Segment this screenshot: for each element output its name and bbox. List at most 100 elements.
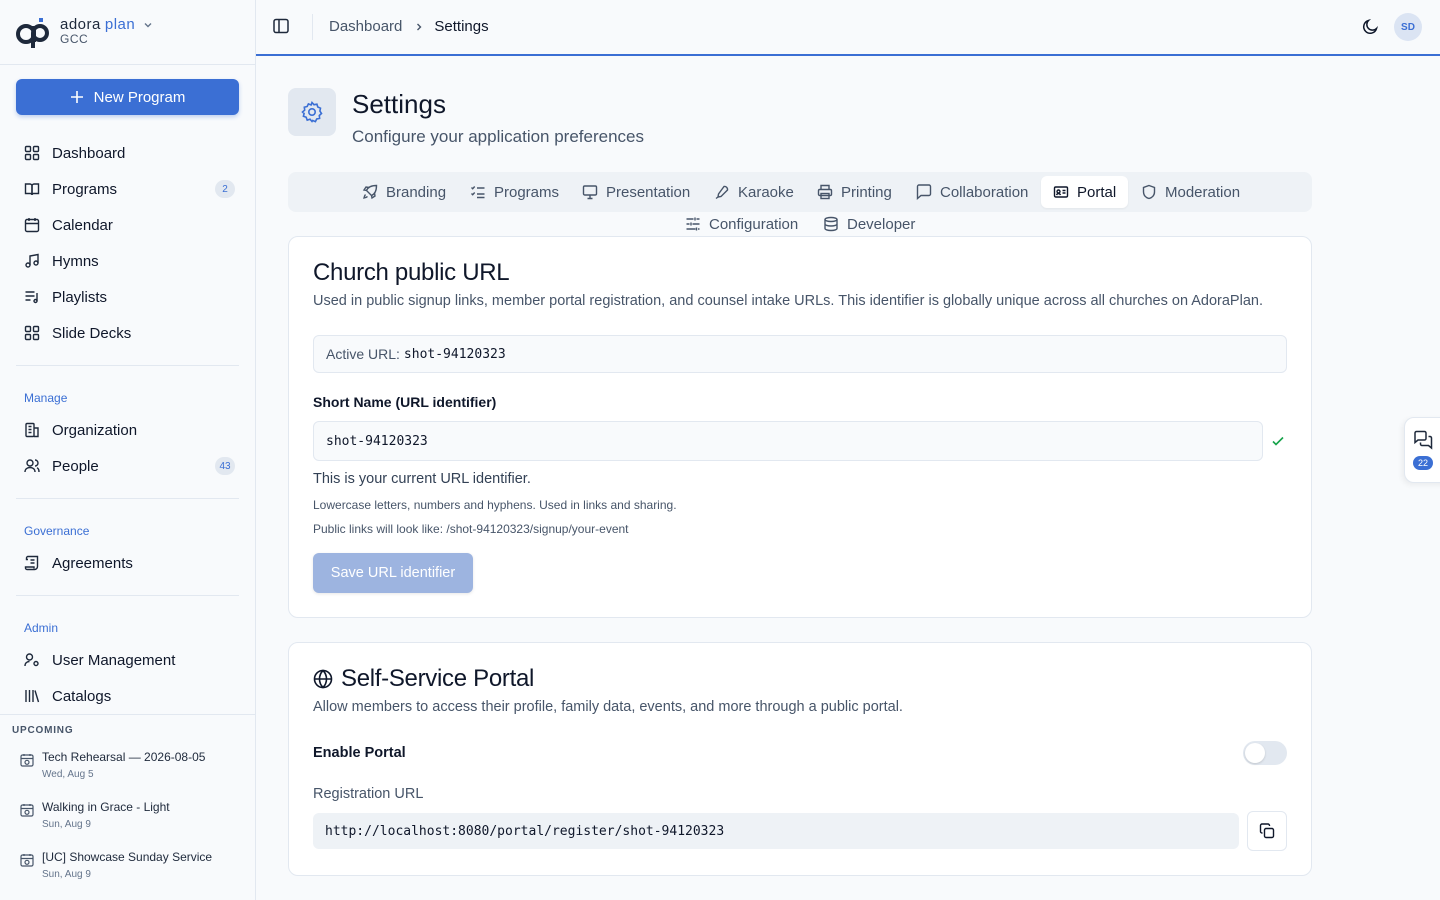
sidebar-item-label: Playlists (52, 288, 108, 306)
sidebar-item-user-management[interactable]: User Management (16, 642, 239, 678)
sidebar-item-label: Organization (52, 421, 138, 439)
layout-grid-icon (24, 145, 40, 161)
card-title-row: Self-Service Portal (313, 665, 534, 693)
sidebar-item-calendar[interactable]: Calendar (16, 207, 239, 243)
help-rules: Lowercase letters, numbers and hyphens. … (313, 498, 677, 512)
sidebar-item-hymns[interactable]: Hymns (16, 243, 239, 279)
tab-karaoke[interactable]: Karaoke (702, 176, 806, 208)
sidebar-item-catalogs[interactable]: Catalogs (16, 678, 239, 714)
tab-programs[interactable]: Programs (458, 176, 571, 208)
list-music-icon (25, 291, 38, 304)
tab-printing[interactable]: Printing (805, 176, 904, 208)
new-program-label: New Program (93, 88, 186, 106)
calendar-clock-icon (20, 804, 34, 817)
tab-presentation[interactable]: Presentation (570, 176, 702, 208)
card-description: Used in public signup links, member port… (313, 293, 1263, 309)
card-description: Allow members to access their profile, f… (313, 699, 903, 715)
upcoming-title: [UC] Showcase Sunday Service (42, 850, 213, 864)
user-cog-icon (24, 653, 39, 667)
tab-branding[interactable]: Branding (350, 176, 458, 208)
breadcrumb: Dashboard Settings (329, 18, 489, 35)
upcoming-date: Sun, Aug 9 (42, 819, 91, 830)
sidebar-item-agreements[interactable]: Agreements (16, 545, 239, 581)
tab-portal[interactable]: Portal (1041, 176, 1129, 208)
sidebar-item-people[interactable]: People 43 (16, 448, 239, 484)
sidebar-item-organization[interactable]: Organization (16, 412, 239, 448)
sidebar-item-label: People (52, 457, 99, 475)
brand-name-accent: plan (104, 16, 136, 33)
avatar[interactable]: SD (1394, 13, 1422, 41)
page-subtitle: Configure your application preferences (352, 127, 645, 146)
users-icon (24, 459, 40, 473)
sidebar-divider (16, 498, 239, 499)
adoraplan-logo (16, 18, 49, 48)
breadcrumb-current: Settings (434, 18, 489, 35)
upcoming-label: UPCOMING (12, 725, 74, 736)
copy-icon (1259, 823, 1275, 839)
tab-label: Printing (841, 183, 892, 201)
sidebar-item-label: Hymns (52, 252, 99, 270)
registration-url-label: Registration URL (313, 786, 424, 802)
sidebar-item-label: Dashboard (52, 144, 126, 162)
upcoming-item[interactable]: [UC] Showcase Sunday Service Sun, Aug 9 (20, 850, 212, 880)
active-url-value: shot-94120323 (403, 346, 506, 362)
main-content: Settings Configure your application pref… (256, 57, 1440, 900)
card-title: Church public URL (313, 259, 510, 286)
settings-icon (288, 88, 336, 136)
shield-icon (1142, 184, 1156, 200)
sidebar-item-label: Programs (52, 180, 118, 198)
new-program-button[interactable]: New Program (16, 79, 239, 115)
message-square-icon (916, 184, 932, 200)
toggle-knob (1245, 743, 1265, 763)
upcoming-item[interactable]: Tech Rehearsal — 2026-08-05 Wed, Aug 5 (20, 750, 205, 780)
tab-label: Portal (1077, 183, 1117, 201)
help-current: This is your current URL identifier. (313, 471, 531, 487)
tab-label: Collaboration (940, 183, 1029, 201)
list-checks-icon (471, 186, 485, 199)
printer-icon (817, 184, 833, 200)
upcoming-item[interactable]: Walking in Grace - Light Sun, Aug 9 (20, 800, 170, 830)
sidebar-item-programs[interactable]: Programs 2 (16, 171, 239, 207)
layout-grid-icon (24, 325, 40, 341)
brand-name: adora (60, 16, 101, 33)
topbar: Dashboard Settings SD (256, 0, 1440, 56)
tab-moderation[interactable]: Moderation (1129, 176, 1252, 208)
upcoming-panel: UPCOMING Tech Rehearsal — 2026-08-05 Wed,… (0, 714, 255, 900)
section-label-manage: Manage (24, 391, 68, 405)
upcoming-title: Tech Rehearsal — 2026-08-05 (42, 750, 206, 764)
brand-switcher[interactable]: adora plan GCC (0, 0, 255, 65)
chevron-right-icon (417, 23, 422, 30)
sidebar-item-playlists[interactable]: Playlists (16, 279, 239, 315)
enable-portal-label: Enable Portal (313, 745, 406, 761)
help-example: Public links will look like: /shot-94120… (313, 522, 629, 536)
upcoming-date: Wed, Aug 5 (42, 769, 94, 780)
chat-widget-button[interactable]: 22 (1404, 417, 1440, 483)
calendar-icon (24, 218, 40, 233)
enable-portal-toggle[interactable] (1243, 741, 1287, 765)
theme-toggle-button[interactable] (1362, 18, 1379, 35)
tab-label: Moderation (1165, 183, 1241, 201)
sidebar-item-dashboard[interactable]: Dashboard (16, 135, 239, 171)
copy-button[interactable] (1247, 811, 1287, 851)
chat-count-badge: 22 (1413, 456, 1433, 470)
sidebar-item-label: Slide Decks (52, 324, 132, 342)
save-url-identifier-button[interactable]: Save URL identifier (313, 553, 473, 593)
short-name-input[interactable]: shot-94120323 (313, 421, 1263, 461)
main-nav: Dashboard Programs 2 Calendar Hymns Play… (16, 135, 239, 351)
tab-collaboration[interactable]: Collaboration (904, 176, 1040, 208)
breadcrumb-link[interactable]: Dashboard (329, 18, 402, 35)
upcoming-date: Sun, Aug 9 (42, 869, 91, 880)
admin-nav: User Management Catalogs (16, 642, 239, 714)
rocket-icon (362, 184, 378, 200)
tab-label: Configuration (709, 215, 799, 233)
sidebar-item-slide-decks[interactable]: Slide Decks (16, 315, 239, 351)
mic-icon (715, 185, 729, 200)
registration-url-field[interactable]: http://localhost:8080/portal/register/sh… (313, 813, 1239, 849)
self-service-portal-card: Self-Service Portal Allow members to acc… (288, 642, 1312, 876)
tab-label: Programs (494, 183, 560, 201)
tab-label: Developer (847, 215, 916, 233)
upcoming-title: Walking in Grace - Light (42, 800, 170, 814)
page-title: Settings (352, 89, 446, 119)
sidebar-toggle-button[interactable] (272, 17, 290, 35)
manage-nav: Organization People 43 (16, 412, 239, 484)
